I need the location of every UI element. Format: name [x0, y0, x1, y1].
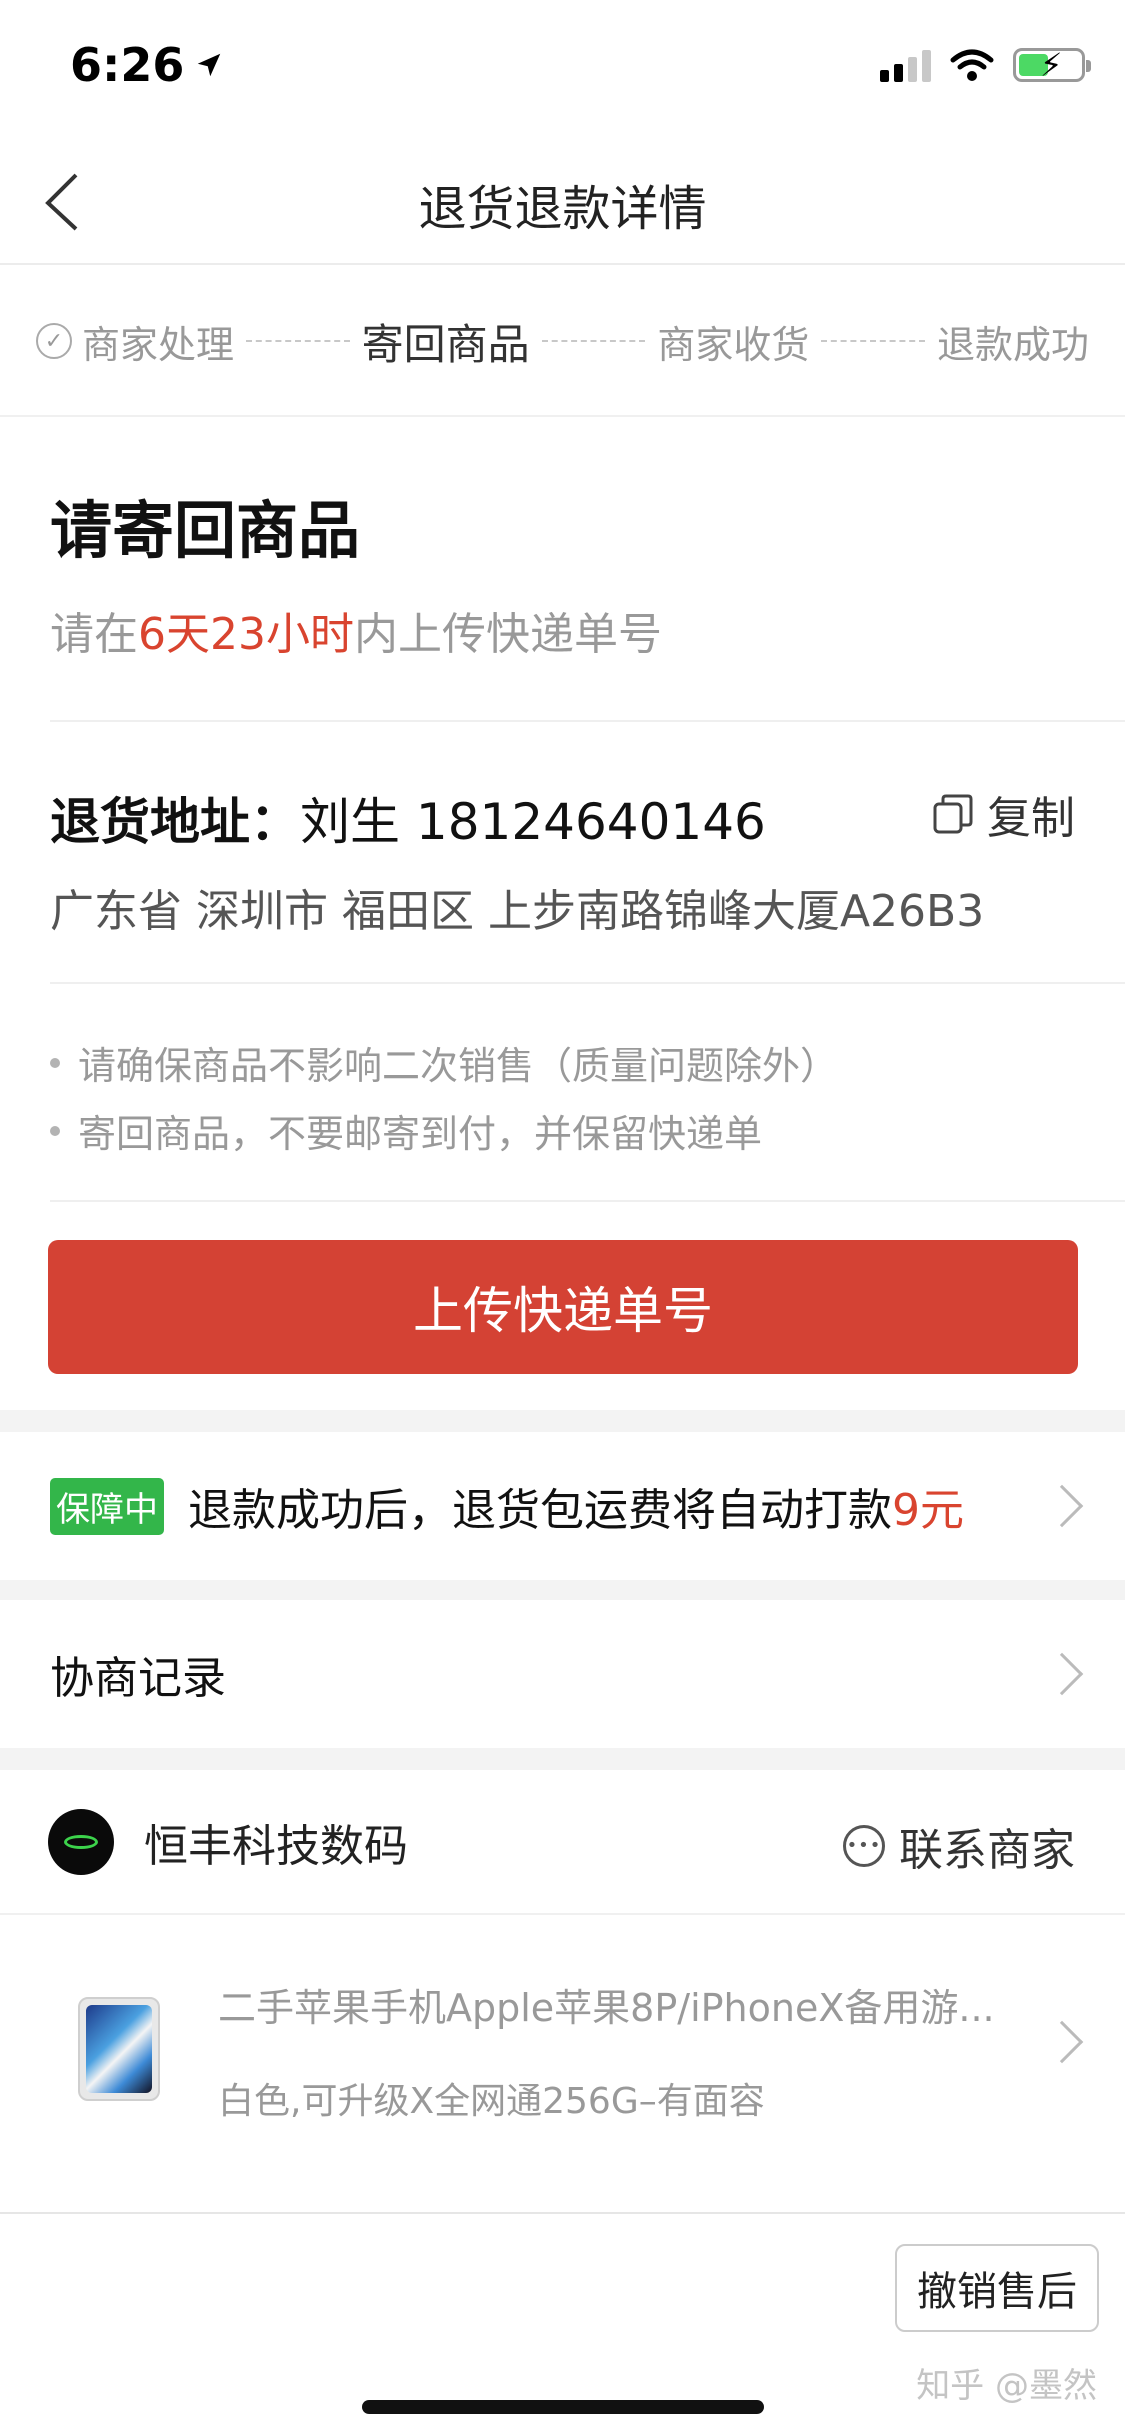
chevron-right-icon [1040, 2020, 1084, 2064]
battery-icon: ⚡ [1013, 46, 1091, 84]
status-time: 6:26 [70, 38, 224, 92]
section-gap [0, 1410, 1125, 1432]
shipping-guarantee-row[interactable]: 保障中 退款成功后，退货包运费将自动打款9元 [0, 1432, 1125, 1580]
watermark: 知乎 @墨然 [916, 2366, 1097, 2406]
step-label: 商家处理 [82, 322, 235, 367]
step-merchant-processing: ✓ 商家处理 [36, 314, 234, 369]
guarantee-amount: 9元 [892, 1485, 964, 1536]
chat-bubble-icon: ••• [843, 1825, 885, 1867]
deadline-prefix: 请在 [50, 609, 138, 660]
copy-button[interactable]: 复制 [933, 782, 1075, 846]
copy-label: 复制 [987, 793, 1075, 844]
guarantee-badge: 保障中 [50, 1477, 164, 1535]
deadline-text: 请在6天23小时内上传快递单号 [50, 598, 662, 662]
divider [50, 982, 1125, 984]
contact-merchant-button[interactable]: ••• 联系商家 [843, 1814, 1075, 1878]
shop-avatar[interactable] [48, 1808, 114, 1875]
bullet-dot [50, 1057, 60, 1068]
chevron-right-icon [1040, 1652, 1084, 1696]
step-divider [821, 340, 925, 342]
note-text: 请确保商品不影响二次销售（质量问题除外） [78, 1044, 839, 1088]
wifi-icon [950, 49, 994, 81]
deadline-suffix: 内上传快递单号 [353, 609, 662, 660]
check-circle-icon: ✓ [36, 323, 72, 359]
note-text: 寄回商品，不要邮寄到付，并保留快递单 [78, 1112, 763, 1156]
product-title: 二手苹果手机Apple苹果8P/iPhoneX备用游... [218, 1986, 995, 2030]
cancel-after-sale-button[interactable]: 撤销售后 [895, 2244, 1099, 2332]
note-item: 寄回商品，不要邮寄到付，并保留快递单 [50, 1103, 762, 1158]
chevron-right-icon [1040, 1484, 1084, 1528]
guarantee-desc: 退款成功后，退货包运费将自动打款 [188, 1485, 892, 1536]
step-label: 退款成功 [936, 322, 1089, 367]
clock-text: 6:26 [70, 38, 185, 92]
step-merchant-receive: 商家收货 [657, 314, 809, 369]
shop-name[interactable]: 恒丰科技数码 [144, 1810, 408, 1874]
deadline-time: 6天23小时 [138, 609, 354, 660]
return-address-contact: 退货地址：刘生 18124640146 [50, 782, 766, 854]
step-divider [246, 340, 350, 342]
divider [50, 1200, 1125, 1202]
step-label: 寄回商品 [361, 319, 530, 369]
step-divider [541, 340, 646, 342]
home-indicator[interactable] [362, 2400, 764, 2414]
negotiation-record-row[interactable]: 协商记录 [0, 1600, 1125, 1748]
copy-icon [933, 794, 973, 834]
shop-row: 恒丰科技数码 ••• 联系商家 [0, 1770, 1125, 1915]
section-gap [0, 1580, 1125, 1600]
section-gap [0, 1748, 1125, 1770]
location-arrow-icon [198, 53, 221, 77]
step-return-goods: 寄回商品 [362, 311, 530, 372]
negotiation-label: 协商记录 [50, 1653, 226, 1704]
address-contact: 刘生 18124640146 [300, 793, 766, 851]
contact-label: 联系商家 [899, 1825, 1075, 1876]
refund-progress: ✓ 商家处理 寄回商品 商家收货 退款成功 [0, 267, 1125, 417]
status-bar: 6:26 ⚡ [0, 0, 1125, 135]
upload-tracking-button[interactable]: 上传快递单号 [48, 1240, 1078, 1374]
divider [50, 720, 1125, 722]
nav-bar: 退货退款详情 [0, 135, 1125, 265]
product-row[interactable]: 二手苹果手机Apple苹果8P/iPhoneX备用游... 白色,可升级X全网通… [0, 1917, 1125, 2167]
product-spec: 白色,可升级X全网通256G–有面容 [218, 2081, 765, 2122]
status-title: 请寄回商品 [50, 494, 361, 567]
guarantee-text: 退款成功后，退货包运费将自动打款9元 [188, 1474, 964, 1538]
cellular-signal-icon [880, 48, 931, 82]
address-label: 退货地址： [50, 793, 300, 851]
note-item: 请确保商品不影响二次销售（质量问题除外） [50, 1035, 838, 1090]
page-title: 退货退款详情 [418, 181, 707, 237]
step-label: 商家收货 [657, 322, 810, 367]
status-icons: ⚡ [880, 46, 1091, 84]
address-detail: 广东省 深圳市 福田区 上步南路锦峰大厦A26B3 [50, 886, 985, 937]
bullet-dot [50, 1125, 60, 1136]
step-refund-success: 退款成功 [937, 314, 1089, 369]
product-thumbnail [78, 1997, 160, 2101]
